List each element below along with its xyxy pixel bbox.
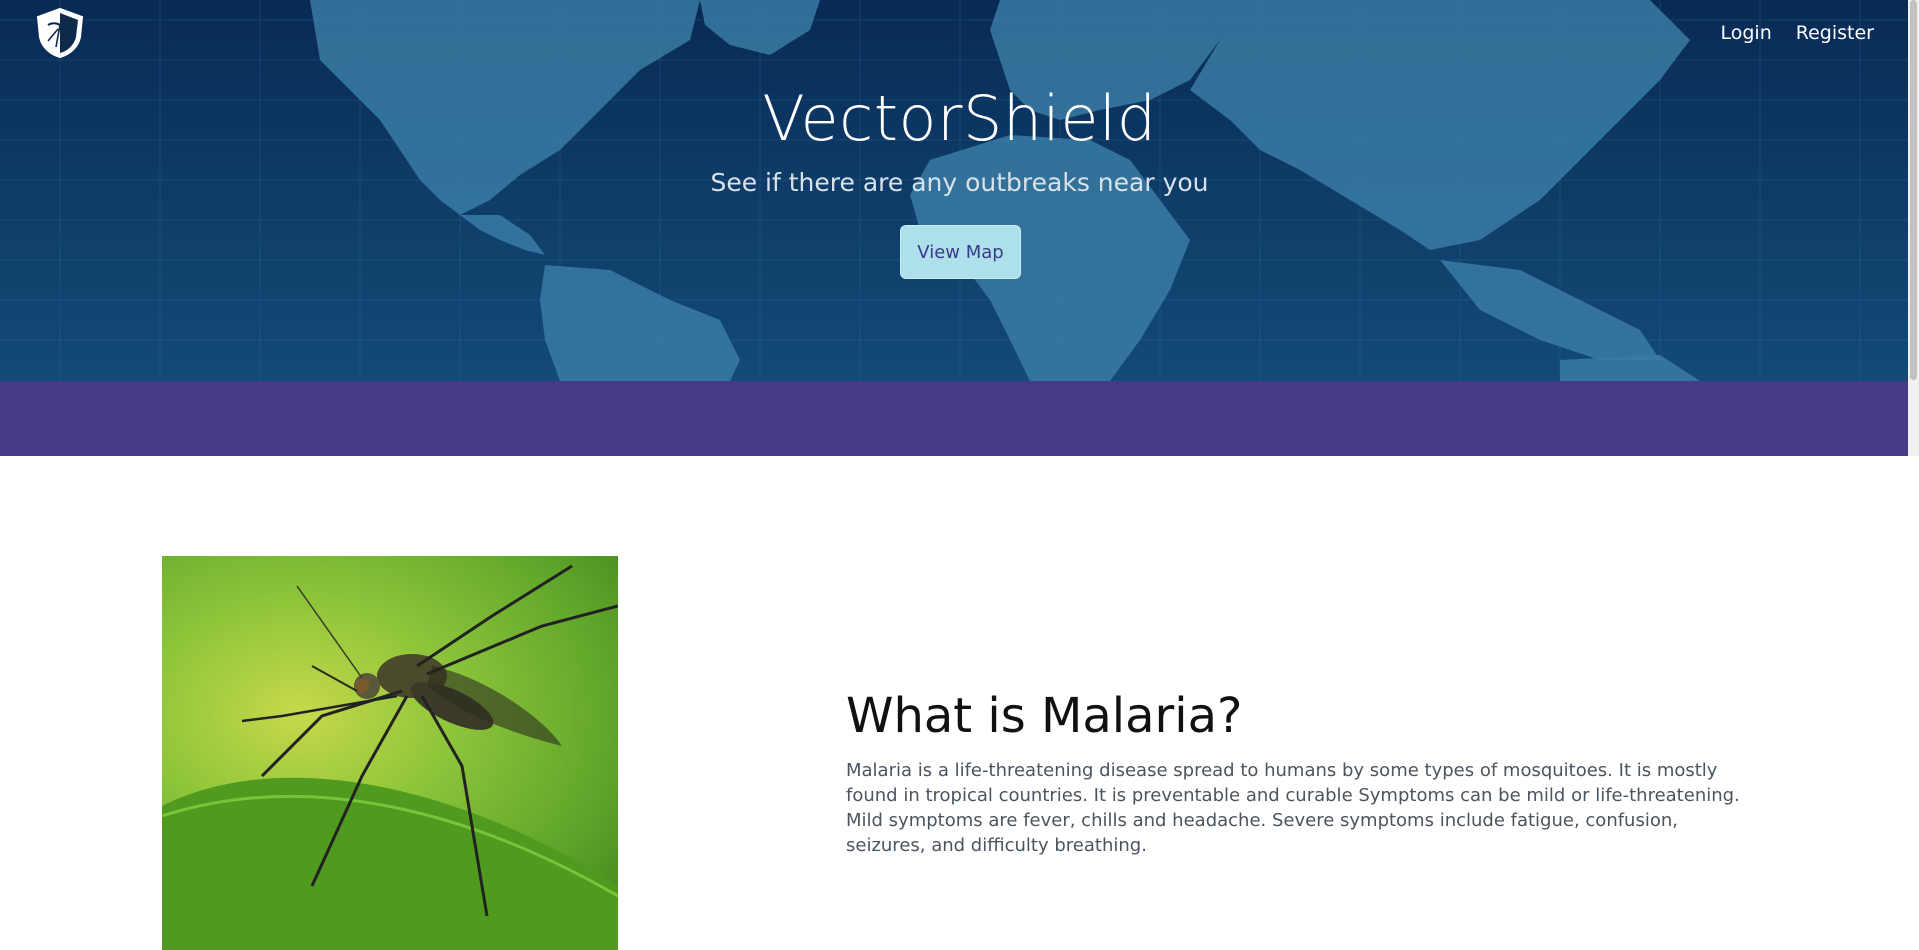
mosquito-illustration xyxy=(162,564,618,950)
login-link[interactable]: Login xyxy=(1721,22,1772,44)
article-body: Malaria is a life-threatening disease sp… xyxy=(846,760,1740,856)
article-title: What is Malaria? xyxy=(846,688,1243,744)
continent-central-america xyxy=(460,215,545,255)
continent-south-america xyxy=(540,265,740,381)
purple-divider-band xyxy=(0,381,1908,456)
mosquito-photo xyxy=(162,556,618,950)
continent-southeast-asia xyxy=(1440,260,1660,360)
view-map-button[interactable]: View Map xyxy=(900,225,1021,279)
continent-greenland xyxy=(700,0,820,55)
top-nav: Login Register xyxy=(1721,22,1875,44)
hero-subtitle: See if there are any outbreaks near you xyxy=(710,168,1209,197)
continent-australia xyxy=(1560,355,1700,381)
hero-title: VectorShield xyxy=(762,82,1157,155)
register-link[interactable]: Register xyxy=(1796,22,1874,44)
hero-section: Login Register VectorShield See if there… xyxy=(0,0,1908,381)
vectorshield-logo-icon[interactable] xyxy=(34,7,86,59)
scrollbar-thumb[interactable] xyxy=(1910,0,1917,380)
vertical-scrollbar[interactable] xyxy=(1908,0,1919,456)
